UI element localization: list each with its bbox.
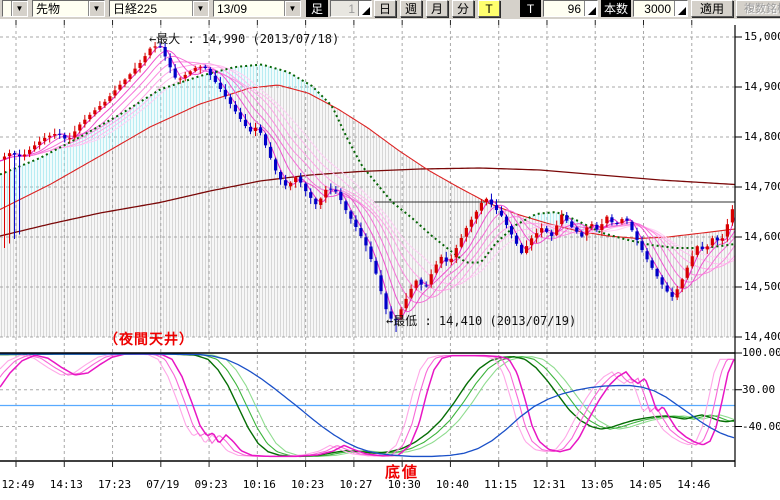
price-axis-label: 14,800 [744,130,780,143]
apply-button[interactable]: 適用 [691,0,733,17]
price-axis-label: 14,400 [744,330,780,343]
price-axis-label: 14,700 [744,180,780,193]
price-axis-label: 14,500 [744,280,780,293]
market-select[interactable]: 先物 ▼ [32,0,105,17]
time-axis-label: 09:23 [195,478,228,491]
time-axis-label: 13:05 [581,478,614,491]
chart-application-window: ▼ 先物 ▼ 日経225 ▼ 13/09 ▼ 足 1 日 週 月 分 T T 9… [0,0,780,500]
period-week-button[interactable]: 週 [400,0,422,17]
chevron-down-icon[interactable]: ▼ [284,1,300,16]
oscillator-axis-label: -40.00 [742,420,780,433]
time-axis-label: 12:31 [532,478,565,491]
min-price-annotation: ←最低 : 14,410 (2013/07/19) [386,312,576,329]
chart-canvas[interactable] [0,0,780,500]
bottom-price-annotation: 底値 [385,461,419,482]
price-axis-label: 14,600 [744,230,780,243]
interval-label: 足 [306,0,328,17]
bar-count-label: 本数 [601,0,631,17]
multi-symbol-button: 複数銘柄 [736,0,780,17]
time-axis-label: 17:23 [98,478,131,491]
symbol-select-value: 日経225 [110,1,192,16]
price-axis-label: 14,900 [744,80,780,93]
time-axis-label: 11:15 [484,478,517,491]
tick-size-value: 96 [544,1,584,16]
time-axis-label: 07/19 [146,478,179,491]
chevron-down-icon[interactable]: ▼ [192,1,208,16]
time-axis-label: 12:49 [1,478,34,491]
mini-dropdown[interactable]: ▼ [2,0,28,17]
spinner-icon[interactable] [674,1,687,16]
bar-count-input[interactable]: 3000 [633,0,688,17]
spinner-icon[interactable] [358,1,371,16]
tick-size-input[interactable]: 96 [543,0,598,17]
time-axis-label: 10:23 [291,478,324,491]
spinner-icon[interactable] [584,1,597,16]
symbol-select[interactable]: 日経225 ▼ [109,0,209,17]
time-axis-label: 14:05 [629,478,662,491]
contract-month-value: 13/09 [214,1,284,16]
time-axis-label: 10:16 [243,478,276,491]
market-select-value: 先物 [33,1,88,16]
bar-count-value: 3000 [634,1,674,16]
period-month-button[interactable]: 月 [426,0,448,17]
time-axis-label: 10:27 [339,478,372,491]
period-day-button[interactable]: 日 [374,0,396,17]
night-top-annotation: （夜間天井） [104,329,194,349]
contract-month-select[interactable]: 13/09 ▼ [213,0,301,17]
chevron-down-icon[interactable]: ▼ [11,1,27,16]
tick-label: T [520,0,541,17]
chevron-down-icon[interactable]: ▼ [88,1,104,16]
toolbar: ▼ 先物 ▼ 日経225 ▼ 13/09 ▼ 足 1 日 週 月 分 T T 9… [0,0,780,19]
price-axis-label: 15,000 [744,30,780,43]
oscillator-axis-label: 30.00 [742,383,775,396]
max-price-annotation: ←最大 : 14,990 (2013/07/18) [149,30,339,47]
tick-toggle-button[interactable]: T [478,0,500,17]
time-axis-label: 14:46 [677,478,710,491]
interval-value: 1 [331,1,358,16]
time-axis-label: 14:13 [50,478,83,491]
period-minute-button[interactable]: 分 [452,0,474,17]
time-axis-label: 10:40 [436,478,469,491]
interval-input[interactable]: 1 [330,0,372,17]
mini-dropdown-value [3,1,11,16]
oscillator-axis-label: 100.00 [742,346,780,359]
